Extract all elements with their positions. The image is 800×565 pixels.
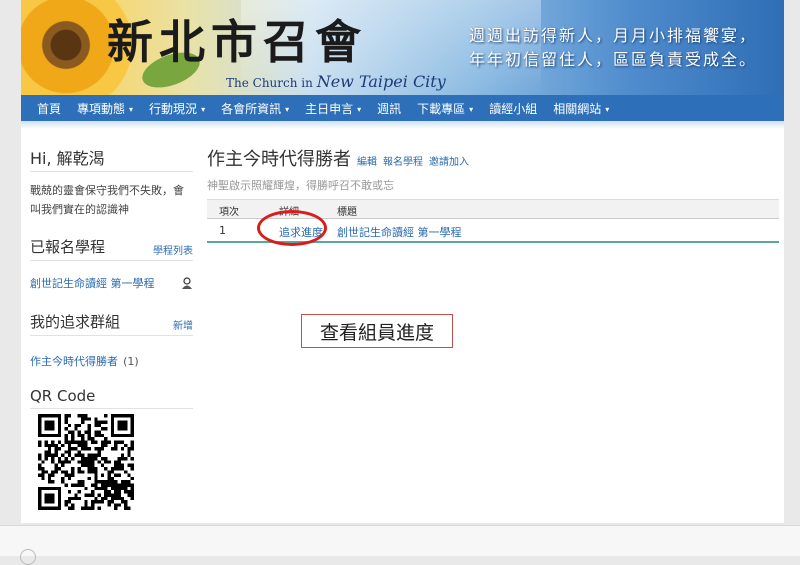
invite-link[interactable]: 邀請加入 [429, 153, 469, 168]
nav-item-label: 讀經小組 [489, 101, 538, 116]
sidebar: Hi, 解乾渴 戰兢的靈會保守我們不失敗，會叫我們實在的認識神 已報名學程 學程… [30, 145, 193, 409]
nav-item-7[interactable]: 讀經小組 [481, 100, 545, 117]
caret-down-icon: ▾ [285, 104, 290, 114]
enrolled-course-link[interactable]: 創世記生命讀經 第一學程 [30, 275, 155, 291]
nav-item-1[interactable]: 專項動態 ▾ [69, 100, 141, 117]
site-logo-subtitle: The Church in New Taipei City [226, 72, 446, 91]
main-nav: 首頁 專項動態 ▾ 行動現況 ▾ 各會所資訊 ▾ 主日申言 ▾ 週訊 下載專區 ▾ 讀經小組 相關網站 ▾ [21, 95, 784, 121]
course-list-link[interactable]: 學程列表 [153, 242, 193, 257]
nav-item-8[interactable]: 相關網站 ▾ [545, 100, 617, 117]
table-row: 1 追求進度 創世記生命讀經 第一學程 [207, 210, 779, 246]
nav-item-2[interactable]: 行動現況 ▾ [141, 100, 213, 117]
main-content: 作主今時代得勝者 編輯 報名學程 邀請加入 神聖啟示照耀輝煌，得勝呼召不敢或忘 … [207, 145, 779, 348]
nav-shadow [21, 121, 784, 129]
nav-item-label: 專項動態 [77, 101, 126, 116]
nav-item-0[interactable]: 首頁 [29, 100, 69, 117]
bottom-circle-control[interactable] [20, 549, 36, 565]
highlight-circle [257, 210, 327, 246]
group-item: 作主今時代得勝者 (1) [30, 350, 193, 369]
site-logo-title[interactable]: 新北市召會 [107, 16, 367, 68]
caret-down-icon: ▾ [469, 104, 474, 114]
nav-item-label: 首頁 [37, 101, 62, 116]
row-no: 1 [219, 224, 226, 237]
enrolled-header: 已報名學程 學程列表 [30, 236, 193, 261]
page-container: 新北市召會 The Church in New Taipei City 週週出訪… [21, 0, 784, 523]
caret-down-icon: ▾ [605, 104, 610, 114]
user-greeting: Hi, 解乾渴 [30, 145, 193, 172]
nav-item-label: 行動現況 [149, 101, 198, 116]
col-title-header: 標題 [337, 207, 357, 218]
enrolled-item-row: 創世記生命讀經 第一學程 [30, 275, 193, 291]
qr-code-image [38, 414, 134, 510]
logo-sub-small: The Church in [226, 76, 313, 90]
sidebar-verse: 戰兢的靈會保守我們不失敗，會叫我們實在的認識神 [30, 184, 184, 216]
page-title: 作主今時代得勝者 [207, 149, 351, 170]
enrolled-title: 已報名學程 [30, 238, 106, 256]
qr-header: QR Code [30, 387, 193, 409]
group-subtitle: 神聖啟示照耀輝煌，得勝呼召不敢或忘 [207, 179, 394, 192]
site-banner: 新北市召會 The Church in New Taipei City 週週出訪… [21, 0, 784, 95]
nav-item-6[interactable]: 下載專區 ▾ [409, 100, 481, 117]
col-no-header: 項次 [219, 207, 239, 218]
nav-item-4[interactable]: 主日申言 ▾ [297, 100, 369, 117]
caret-down-icon: ▾ [129, 104, 134, 114]
slogan-line-2: 年年初信留住人，區區負責受成全。 [469, 50, 758, 69]
nav-item-label: 相關網站 [553, 101, 602, 116]
groups-title: 我的追求群組 [30, 313, 121, 331]
edit-link[interactable]: 編輯 [357, 153, 377, 168]
nav-item-label: 主日申言 [305, 101, 354, 116]
nav-item-label: 下載專區 [417, 101, 466, 116]
bottom-bar [0, 525, 800, 556]
course-title-link[interactable]: 創世記生命讀經 第一學程 [337, 224, 462, 240]
group-count: (1) [123, 355, 139, 368]
banner-slogan: 週週出訪得新人，月月小排福饗宴， 年年初信留住人，區區負責受成全。 [469, 24, 779, 72]
add-group-link[interactable]: 新增 [173, 317, 193, 332]
course-table: 項次 詳細 標題 1 追求進度 創世記生命讀經 第一學程 查看組員進度 [207, 199, 779, 348]
caret-down-icon: ▾ [201, 104, 206, 114]
nav-item-label: 各會所資訊 [221, 101, 282, 116]
enroll-course-link[interactable]: 報名學程 [383, 153, 423, 168]
nav-item-5[interactable]: 週訊 [369, 100, 409, 117]
user-icon[interactable] [181, 277, 193, 289]
slogan-line-1: 週週出訪得新人，月月小排福饗宴， [469, 26, 758, 45]
group-title-row: 作主今時代得勝者 編輯 報名學程 邀請加入 [207, 145, 779, 171]
logo-sub-big: New Taipei City [316, 72, 446, 91]
annotation-callout: 查看組員進度 [301, 314, 453, 348]
groups-header: 我的追求群組 新增 [30, 311, 193, 336]
caret-down-icon: ▾ [357, 104, 362, 114]
nav-item-3[interactable]: 各會所資訊 ▾ [213, 100, 297, 117]
qr-title: QR Code [30, 387, 96, 405]
group-link[interactable]: 作主今時代得勝者 [30, 355, 118, 368]
nav-item-label: 週訊 [377, 101, 402, 116]
